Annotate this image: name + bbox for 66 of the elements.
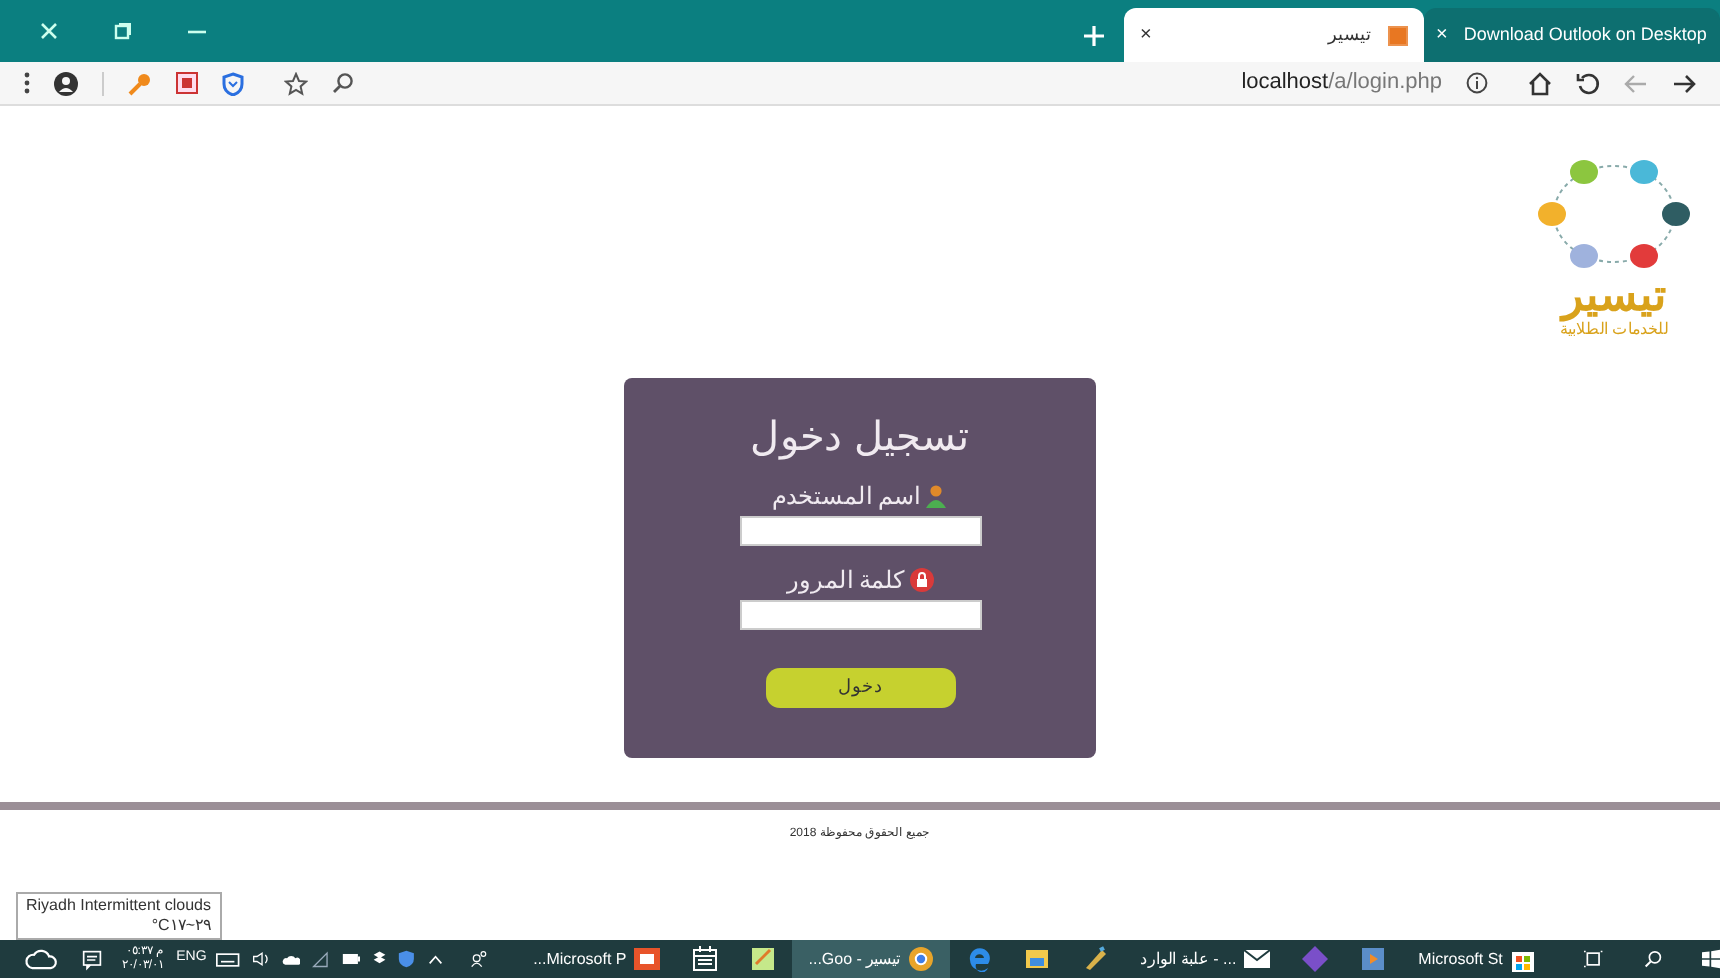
- folder-icon: [1024, 946, 1051, 972]
- search-icon[interactable]: [332, 72, 354, 94]
- password-field[interactable]: [739, 600, 981, 630]
- diamond-icon: [1302, 946, 1329, 972]
- user-icon: [924, 484, 949, 508]
- app-title: ...Goo - تيسير: [808, 947, 901, 971]
- login-button[interactable]: دخول: [765, 668, 955, 708]
- browser-tab[interactable]: × تيسير: [1124, 8, 1424, 62]
- login-title: تسجيل دخول: [750, 414, 970, 462]
- close-icon[interactable]: ×: [1436, 20, 1448, 50]
- battery-icon[interactable]: [341, 952, 360, 966]
- reload-icon[interactable]: [1576, 71, 1600, 95]
- taskbar-app[interactable]: علبة الوارد - ...: [1124, 940, 1287, 978]
- field-label: كلمة المرور: [786, 564, 906, 598]
- forward-icon[interactable]: [1672, 71, 1696, 95]
- browser-e-icon: [966, 946, 993, 972]
- close-icon[interactable]: [40, 22, 58, 40]
- username-field[interactable]: [739, 516, 981, 546]
- lock-icon: [909, 568, 934, 592]
- logo-text: تيسير: [1562, 274, 1666, 318]
- new-tab-icon[interactable]: [1084, 26, 1104, 46]
- menu-icon[interactable]: [24, 72, 30, 94]
- people-icon[interactable]: [470, 948, 490, 970]
- search-icon[interactable]: [1643, 948, 1662, 970]
- pen-icon: [1082, 946, 1109, 972]
- tooltip-text: °C٢٩~١٧: [151, 916, 211, 936]
- notepad-icon: [750, 946, 777, 972]
- star-icon[interactable]: [284, 71, 308, 95]
- app-title: ...Microsoft P: [533, 947, 627, 971]
- cloud-icon[interactable]: [24, 946, 58, 972]
- shield-icon[interactable]: [222, 71, 244, 95]
- tooltip-text: Riyadh Intermittent clouds: [26, 896, 211, 916]
- extension-icon[interactable]: [176, 72, 198, 94]
- taskbar-app[interactable]: ...Goo - تيسير: [792, 940, 951, 978]
- tab-title: تيسير: [1328, 21, 1372, 49]
- field-label: اسم المستخدم: [771, 480, 921, 514]
- taskbar-app[interactable]: Microsoft St: [1402, 940, 1553, 978]
- calendar-icon: [692, 946, 719, 972]
- taskbar-app[interactable]: ...Microsoft P: [517, 940, 677, 978]
- profile-icon[interactable]: [54, 71, 78, 95]
- info-icon[interactable]: [1466, 72, 1488, 94]
- close-icon[interactable]: ×: [1140, 20, 1152, 50]
- media-play-icon: [1360, 946, 1387, 972]
- app-title: علبة الوارد - ...: [1140, 947, 1237, 971]
- browser-icon: [908, 946, 935, 972]
- keyboard-icon[interactable]: [216, 951, 240, 967]
- cloud-icon[interactable]: [282, 952, 301, 966]
- slides-icon: [634, 946, 661, 972]
- shield-icon[interactable]: [398, 948, 416, 970]
- home-icon[interactable]: [1528, 71, 1552, 95]
- mail-icon: [1244, 946, 1271, 972]
- speaker-icon[interactable]: [251, 950, 271, 968]
- app-title: Microsoft St: [1418, 947, 1503, 971]
- box-icon[interactable]: [371, 950, 387, 968]
- start-icon[interactable]: [1701, 948, 1720, 970]
- tab-title: Download Outlook on Desktop: [1463, 21, 1707, 48]
- logo-tagline: للخدمات الطلابية: [1559, 320, 1669, 342]
- store-bag-icon: [1510, 946, 1537, 972]
- favicon-icon: [1388, 25, 1408, 45]
- address-bar[interactable]: localhost/a/login.php: [1241, 66, 1442, 100]
- task-view-icon[interactable]: [1584, 948, 1604, 970]
- browser-tab[interactable]: × Download Outlook on Desktop: [1424, 8, 1720, 62]
- wifi-icon[interactable]: [312, 950, 330, 968]
- notification-icon[interactable]: [81, 947, 102, 971]
- chevron-up-icon[interactable]: [427, 953, 443, 965]
- restore-icon[interactable]: [114, 22, 132, 40]
